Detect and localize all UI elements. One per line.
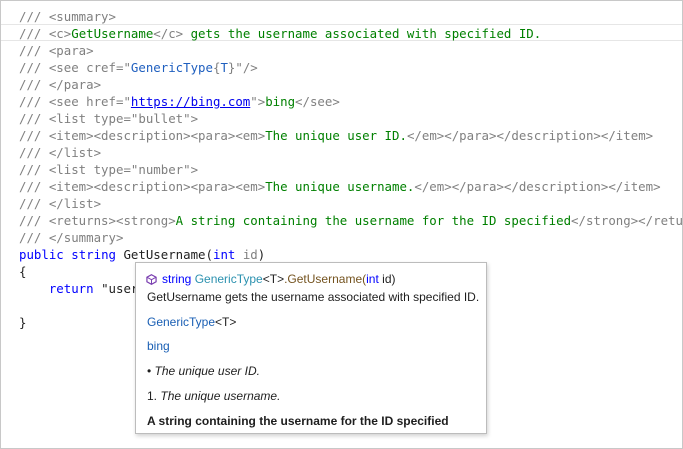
code-token: /// <box>19 213 49 228</box>
code-token: </list> <box>48 196 102 211</box>
code-line[interactable]: /// <list type="number"> <box>19 161 682 178</box>
code-token: /// <box>19 179 49 194</box>
code-token: The unique username. <box>265 179 415 194</box>
tooltip-returns: A string containing the username for the… <box>147 414 449 428</box>
code-token: <returns><strong> <box>48 213 176 228</box>
code-token: /// <box>19 60 49 75</box>
code-token: /// <box>19 230 49 245</box>
code-line[interactable]: /// </para> <box>19 76 682 93</box>
code-token: ) <box>257 247 266 262</box>
code-token: }"/> <box>227 60 258 75</box>
code-token: /// <box>19 77 49 92</box>
code-token: int <box>212 247 236 262</box>
number-marker: 1. <box>147 389 158 403</box>
tooltip-link-bing[interactable]: bing <box>147 339 170 353</box>
code-token: bing <box>265 94 296 109</box>
sig-return-type: string <box>162 272 192 286</box>
code-token: <list type="bullet"> <box>48 111 199 126</box>
bullet-marker: • <box>147 364 152 378</box>
code-line[interactable]: /// </list> <box>19 195 682 212</box>
code-line[interactable]: /// </summary> <box>19 229 682 246</box>
code-token: </c> <box>153 26 184 41</box>
code-line[interactable]: /// <see cref="GenericType{T}"/> <box>19 59 682 76</box>
code-token: GetUsername <box>71 26 154 41</box>
code-line[interactable]: /// <summary> <box>19 8 682 25</box>
bullet-item-text: The unique user ID. <box>154 364 260 378</box>
code-token: /// <box>19 128 49 143</box>
cref-type-param: <T> <box>215 315 237 329</box>
number-item-text: The unique username. <box>160 389 281 403</box>
code-token: /// <box>19 162 49 177</box>
sig-param-name: id) <box>378 272 396 286</box>
code-token: /// <box>19 9 49 24</box>
sig-type-param: <T> <box>262 272 285 286</box>
code-token: /// <box>19 43 49 58</box>
code-line[interactable]: /// <item><description><para><em>The uni… <box>19 178 682 195</box>
code-token: <see href=" <box>48 94 131 109</box>
code-token: /// <box>19 26 49 41</box>
code-token: <see cref=" <box>48 60 131 75</box>
code-editor[interactable]: /// <summary>/// <c>GetUsername</c> gets… <box>0 0 683 449</box>
code-line[interactable]: /// <para> <box>19 42 682 59</box>
code-line[interactable]: /// <c>GetUsername</c> gets the username… <box>19 25 682 42</box>
code-token: </summary> <box>48 230 124 245</box>
code-token: <summary> <box>48 9 116 24</box>
code-token: id <box>242 247 258 262</box>
code-token: </strong></returns> <box>571 213 683 228</box>
code-token: return <box>48 281 94 296</box>
code-token: } <box>19 315 27 330</box>
code-token: GetUsername( <box>116 247 213 262</box>
code-token: /// <box>19 196 49 211</box>
tooltip-summary: GetUsername gets the username associated… <box>147 290 480 304</box>
sig-method-name: .GetUsername( <box>284 272 367 286</box>
code-token: <item><description><para><em> <box>48 128 266 143</box>
code-token: T <box>220 60 228 75</box>
code-token: <item><description><para><em> <box>48 179 266 194</box>
code-token: public <box>19 247 64 262</box>
code-token: <c> <box>48 26 72 41</box>
code-token: { <box>19 264 27 279</box>
code-line[interactable]: /// <returns><strong>A string containing… <box>19 212 683 229</box>
sig-type-name: GenericType <box>194 272 263 286</box>
tooltip-number-item: 1. The unique username. <box>147 389 280 403</box>
code-token: The unique user ID. <box>265 128 407 143</box>
sig-param-kw: int <box>366 272 379 286</box>
tooltip-bullet-item: • The unique user ID. <box>147 364 260 378</box>
code-token[interactable]: https://bing.com <box>131 94 250 109</box>
code-line[interactable]: public string GetUsername(int id) <box>19 246 682 263</box>
code-token: </list> <box>48 145 102 160</box>
code-line[interactable]: /// </list> <box>19 144 682 161</box>
code-line[interactable]: /// <item><description><para><em>The uni… <box>19 127 682 144</box>
code-token: <para> <box>48 43 94 58</box>
code-token: /// <box>19 145 49 160</box>
method-cube-icon <box>146 273 157 285</box>
code-token: A string containing the username for the… <box>175 213 572 228</box>
code-token: <list type="number"> <box>48 162 199 177</box>
code-token: </para> <box>48 77 102 92</box>
code-token: /// <box>19 111 49 126</box>
quickinfo-tooltip: string GenericType<T>.GetUsername(int id… <box>135 262 487 434</box>
code-token: "> <box>250 94 266 109</box>
code-line[interactable]: /// <list type="bullet"> <box>19 110 682 127</box>
code-token: </em></para></description></item> <box>406 128 654 143</box>
tooltip-signature: string GenericType<T>.GetUsername(int id… <box>146 272 395 286</box>
code-token: GenericType <box>130 60 213 75</box>
code-token: </see> <box>295 94 340 109</box>
tooltip-cref[interactable]: GenericType<T> <box>147 315 236 329</box>
code-token: /// <box>19 94 49 109</box>
cref-type-link[interactable]: GenericType <box>147 315 215 329</box>
code-token: gets the username associated with specif… <box>183 26 542 41</box>
code-token: </em></para></description></item> <box>414 179 661 194</box>
code-token: string <box>71 247 116 262</box>
code-line[interactable]: /// <see href="https://bing.com">bing</s… <box>19 93 682 110</box>
